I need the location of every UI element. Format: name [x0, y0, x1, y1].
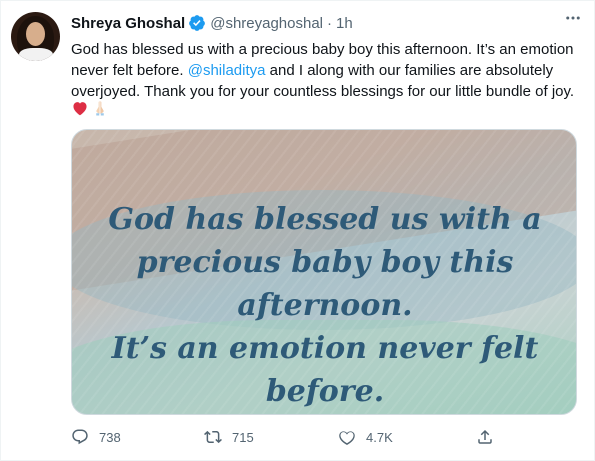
author-name[interactable]: Shreya Ghoshal [71, 15, 185, 32]
reply-count: 738 [99, 429, 121, 445]
more-icon[interactable] [564, 9, 582, 32]
quote-line: It’s an emotion never felt [111, 331, 539, 366]
tweet-header: Shreya Ghoshal @shreyaghoshal · 1h [71, 13, 353, 33]
retweet-button[interactable]: 715 [204, 428, 254, 446]
folded-hands-emoji-icon [96, 101, 104, 116]
quote-line: afternoon. [237, 288, 413, 323]
tweet-actions: 738 715 4.7K [71, 428, 511, 450]
quote-line: God has blessed us with a [108, 202, 542, 237]
tweet-text: God has blessed us with a precious baby … [71, 39, 581, 102]
quote-line: before. [265, 374, 385, 409]
tweet-timestamp[interactable]: 1h [336, 15, 353, 32]
like-button[interactable]: 4.7K [338, 428, 393, 446]
like-count: 4.7K [366, 429, 393, 445]
image-quote-text: God has blessed us with a precious baby … [72, 198, 576, 413]
mention-link[interactable]: @shiladitya [188, 62, 266, 79]
retweet-count: 715 [232, 429, 254, 445]
heart-emoji-icon [73, 102, 87, 116]
separator-dot: · [327, 14, 333, 32]
tweet-card[interactable]: Shreya Ghoshal @shreyaghoshal · 1h God h… [0, 0, 595, 461]
quote-line: precious baby boy this [136, 245, 514, 280]
retweet-icon [204, 430, 222, 444]
emoji-line [71, 99, 109, 117]
verified-badge-icon [189, 15, 206, 31]
author-handle[interactable]: @shreyaghoshal [210, 15, 323, 32]
reply-icon [72, 429, 88, 445]
avatar[interactable] [11, 12, 60, 61]
reply-button[interactable]: 738 [71, 428, 121, 446]
tweet-image[interactable]: God has blessed us with a precious baby … [71, 129, 577, 415]
share-icon [478, 429, 492, 444]
share-button[interactable] [476, 428, 494, 446]
like-icon [339, 431, 355, 445]
